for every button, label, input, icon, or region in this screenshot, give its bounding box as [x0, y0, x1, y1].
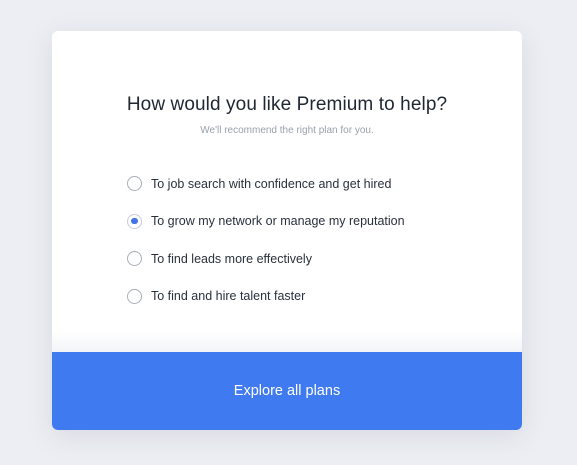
option-label: To grow my network or manage my reputati… — [151, 214, 405, 229]
modal-title: How would you like Premium to help? — [126, 94, 448, 115]
option-hire-talent[interactable]: To find and hire talent faster — [127, 278, 507, 316]
radio-job-search[interactable] — [127, 176, 142, 192]
premium-modal: How would you like Premium to help? We'l… — [52, 31, 522, 430]
radio-hire-talent[interactable] — [127, 288, 142, 304]
option-find-leads[interactable]: To find leads more effectively — [127, 240, 507, 278]
option-job-search[interactable]: To job search with confidence and get hi… — [127, 165, 507, 203]
option-grow-network[interactable]: To grow my network or manage my reputati… — [127, 203, 507, 241]
option-label: To find leads more effectively — [151, 251, 312, 266]
options-list: To job search with confidence and get hi… — [127, 165, 507, 315]
option-label: To job search with confidence and get hi… — [151, 176, 392, 191]
divider-fade — [52, 331, 522, 352]
modal-subtitle: We'll recommend the right plan for you. — [200, 125, 374, 136]
option-label: To find and hire talent faster — [151, 289, 306, 304]
radio-grow-network[interactable] — [127, 213, 142, 229]
radio-find-leads[interactable] — [127, 251, 142, 267]
explore-plans-button[interactable]: Explore all plans — [52, 352, 522, 430]
